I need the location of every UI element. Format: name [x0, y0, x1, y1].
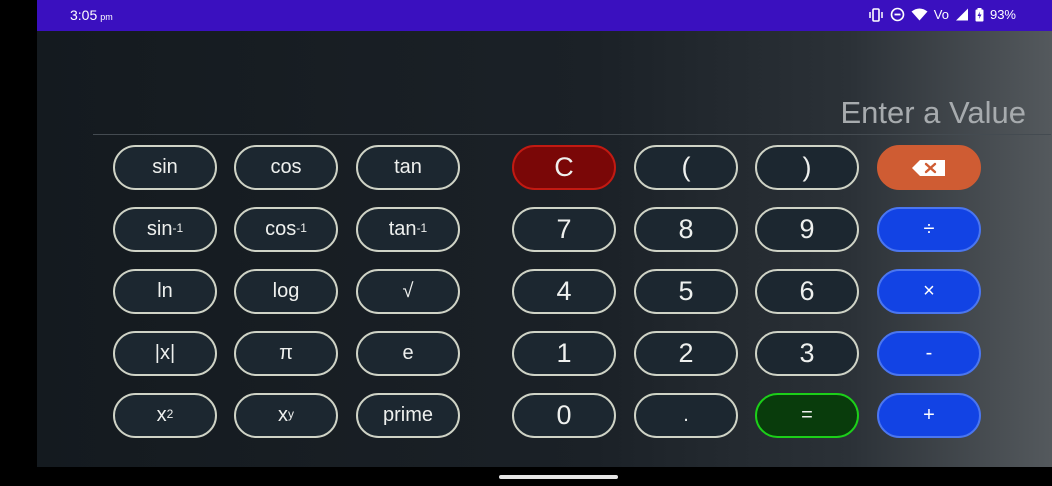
- digit-2-button[interactable]: 2: [634, 331, 738, 376]
- equals-label: =: [801, 404, 813, 426]
- log-button[interactable]: log: [234, 269, 338, 314]
- square-exponent: 2: [166, 406, 174, 421]
- digit-0-button[interactable]: 0: [512, 393, 616, 438]
- ln-label: ln: [157, 280, 173, 302]
- prime-button[interactable]: prime: [356, 393, 460, 438]
- digit-8-button[interactable]: 8: [634, 207, 738, 252]
- digit-6-label: 6: [799, 276, 815, 306]
- pi-label: π: [279, 342, 293, 364]
- digit-4-button[interactable]: 4: [512, 269, 616, 314]
- euler-label: e: [402, 342, 414, 364]
- vibrate-icon: [868, 7, 884, 22]
- arctan-label: tan: [388, 218, 417, 240]
- battery-percent: 93%: [989, 7, 1016, 22]
- cos-button[interactable]: cos: [234, 145, 338, 190]
- arctan-button[interactable]: tan -1: [356, 207, 460, 252]
- multiply-button[interactable]: ×: [877, 269, 981, 314]
- ln-button[interactable]: ln: [113, 269, 217, 314]
- calculator-app: Enter a Value sin cos tan sin -1 cos -1 ta…: [37, 31, 1052, 467]
- abs-button[interactable]: |x|: [113, 331, 217, 376]
- digit-8-label: 8: [678, 214, 694, 244]
- minus-button[interactable]: -: [877, 331, 981, 376]
- divide-label: ÷: [923, 218, 935, 240]
- square-base: x: [156, 404, 167, 426]
- battery-icon: [975, 7, 984, 22]
- digit-0-label: 0: [556, 400, 572, 430]
- digit-9-button[interactable]: 9: [755, 207, 859, 252]
- multiply-label: ×: [923, 280, 935, 302]
- digit-1-button[interactable]: 1: [512, 331, 616, 376]
- decimal-button[interactable]: .: [634, 393, 738, 438]
- status-time-ampm: pm: [100, 12, 113, 22]
- digit-3-label: 3: [799, 338, 815, 368]
- arccos-label: cos: [265, 218, 297, 240]
- digit-5-button[interactable]: 5: [634, 269, 738, 314]
- open-paren-button[interactable]: (: [634, 145, 738, 190]
- equals-button[interactable]: =: [755, 393, 859, 438]
- abs-label: |x|: [154, 342, 176, 364]
- power-button[interactable]: xy: [234, 393, 338, 438]
- power-exponent: y: [288, 406, 294, 421]
- home-gesture-handle[interactable]: [499, 475, 618, 479]
- square-button[interactable]: x2: [113, 393, 217, 438]
- digit-6-button[interactable]: 6: [755, 269, 859, 314]
- power-base: x: [278, 404, 288, 426]
- arcsin-label: sin: [146, 218, 173, 240]
- pi-button[interactable]: π: [234, 331, 338, 376]
- clear-button[interactable]: C: [512, 145, 616, 190]
- display-divider: [93, 134, 1051, 135]
- log-label: log: [272, 280, 300, 302]
- status-icons: Vo 93%: [868, 7, 1016, 22]
- wifi-icon: [911, 8, 928, 21]
- open-paren-label: (: [681, 152, 691, 182]
- status-time-value: 3:05: [70, 7, 98, 23]
- divide-button[interactable]: ÷: [877, 207, 981, 252]
- digit-5-label: 5: [678, 276, 694, 306]
- display-field[interactable]: Enter a Value: [840, 95, 1026, 131]
- prime-label: prime: [382, 404, 433, 426]
- clear-label: C: [554, 152, 574, 182]
- arccos-exponent: -1: [296, 220, 307, 235]
- status-bar: 3:05 pm Vo 93%: [37, 0, 1052, 31]
- backspace-icon: [911, 159, 947, 177]
- decimal-label: .: [683, 404, 689, 426]
- digit-7-button[interactable]: 7: [512, 207, 616, 252]
- cos-label: cos: [270, 156, 302, 178]
- sin-label: sin: [152, 156, 178, 178]
- signal-icon: [955, 8, 969, 21]
- minus-label: -: [925, 342, 933, 364]
- navigation-bar: [0, 467, 1052, 486]
- plus-label: +: [923, 404, 935, 426]
- sin-button[interactable]: sin: [113, 145, 217, 190]
- arccos-button[interactable]: cos -1: [234, 207, 338, 252]
- digit-7-label: 7: [556, 214, 572, 244]
- digit-3-button[interactable]: 3: [755, 331, 859, 376]
- close-paren-label: ): [802, 152, 812, 182]
- digit-4-label: 4: [556, 276, 572, 306]
- sqrt-label: √: [402, 280, 414, 302]
- status-time: 3:05 pm: [70, 7, 113, 23]
- arcsin-button[interactable]: sin -1: [113, 207, 217, 252]
- arcsin-exponent: -1: [172, 220, 184, 235]
- sqrt-button[interactable]: √: [356, 269, 460, 314]
- digit-1-label: 1: [556, 338, 572, 368]
- digit-2-label: 2: [678, 338, 694, 368]
- backspace-button[interactable]: [877, 145, 981, 190]
- dnd-icon: [890, 7, 905, 22]
- plus-button[interactable]: +: [877, 393, 981, 438]
- arctan-exponent: -1: [416, 220, 428, 235]
- network-label: Vo: [933, 7, 949, 22]
- close-paren-button[interactable]: ): [755, 145, 859, 190]
- digit-9-label: 9: [799, 214, 815, 244]
- tan-button[interactable]: tan: [356, 145, 460, 190]
- tan-label: tan: [394, 156, 422, 178]
- euler-button[interactable]: e: [356, 331, 460, 376]
